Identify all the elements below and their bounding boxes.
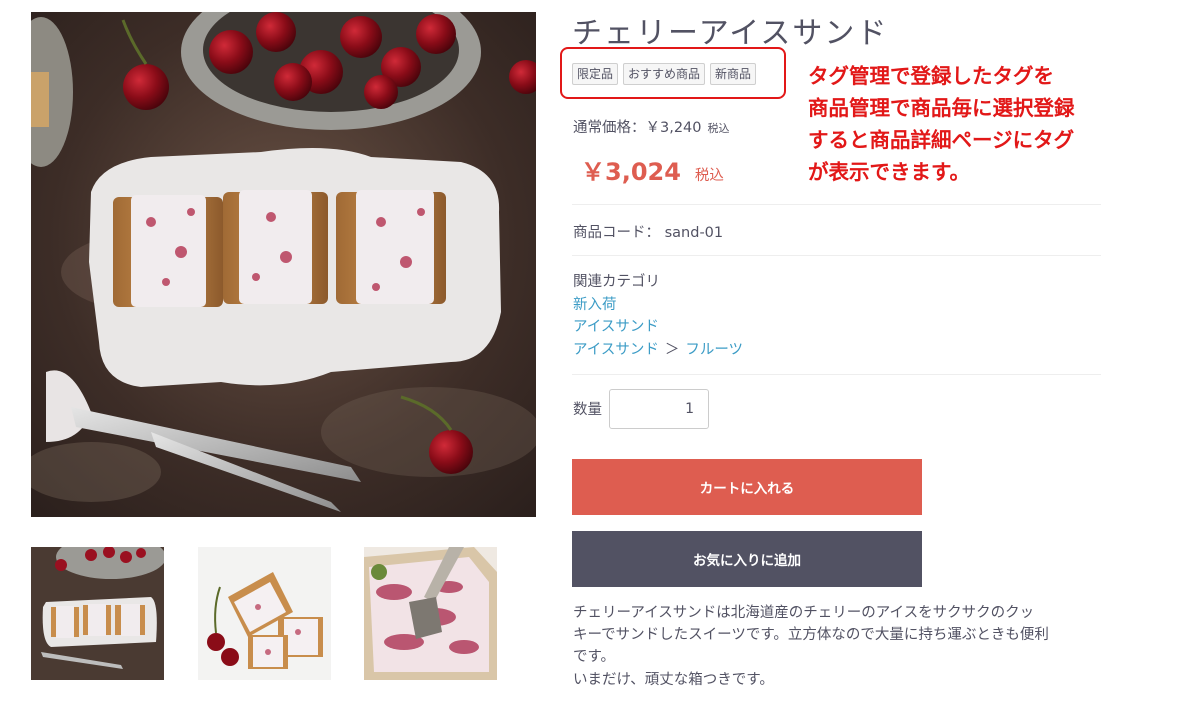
thumbnail-2[interactable] (198, 547, 331, 680)
main-photo-illustration (31, 12, 536, 517)
related-categories-heading: 関連カテゴリ (573, 274, 660, 290)
sale-price-tax: 税込 (694, 168, 724, 184)
add-to-favorites-button[interactable]: お気に入りに追加 (572, 531, 922, 587)
regular-price-value: 通常価格：￥3,240 (573, 120, 702, 136)
thumbnail-3-illustration (364, 547, 497, 680)
thumbnail-1[interactable] (31, 547, 164, 680)
related-categories: 関連カテゴリ 新入荷 アイスサンド アイスサンド ＞ フルーツ (573, 271, 743, 361)
annotation-line-1: タグ管理で登録したタグを (808, 64, 1054, 88)
product-code: 商品コード： sand-01 (573, 221, 723, 242)
product-code-value: sand-01 (664, 225, 724, 241)
tag-limited: 限定品 (572, 63, 619, 85)
tag-recommended: おすすめ商品 (623, 63, 706, 85)
sale-price: ￥3,024 税込 (581, 152, 724, 187)
category-link-ice-sand[interactable]: アイスサンド (573, 319, 659, 335)
add-to-cart-button[interactable]: カートに入れる (572, 459, 922, 515)
annotation-line-3: すると商品詳細ページにタグ (808, 128, 1075, 152)
description-line-2: キーでサンドしたスイーツです。立方体なので大量に持ち運ぶときも便利 (573, 627, 1049, 644)
sale-price-value: ￥3,024 (581, 158, 681, 186)
product-tags: 限定品 おすすめ商品 新商品 (572, 63, 757, 85)
quantity-label: 数量 (573, 402, 602, 418)
description-line-4: いまだけ、頑丈な箱つきです。 (573, 671, 774, 688)
regular-price-tax: 税込 (707, 122, 730, 135)
divider (572, 204, 1101, 205)
tag-new: 新商品 (710, 63, 757, 85)
divider (572, 374, 1101, 375)
annotation-line-4: が表示できます。 (808, 160, 970, 184)
breadcrumb-separator: ＞ (664, 341, 680, 358)
annotation-line-2: 商品管理で商品毎に選択登録 (808, 96, 1075, 120)
main-product-image[interactable] (31, 12, 536, 517)
quantity-input[interactable] (609, 389, 709, 429)
category-link-ice-sand-parent[interactable]: アイスサンド (573, 342, 659, 358)
product-title: チェリーアイスサンド (572, 16, 889, 51)
product-code-label: 商品コード： (573, 225, 660, 241)
category-link-fruits[interactable]: フルーツ (685, 342, 743, 358)
thumbnail-1-illustration (31, 547, 164, 680)
category-link-new-arrival[interactable]: 新入荷 (573, 297, 617, 313)
description-line-3: です。 (573, 649, 616, 666)
description-line-1: チェリーアイスサンドは北海道産のチェリーのアイスをサクサクのクッ (573, 605, 1035, 621)
product-description: チェリーアイスサンドは北海道産のチェリーのアイスをサクサクのクッ キーでサンドし… (573, 602, 1113, 691)
divider (572, 255, 1101, 256)
annotation-note: タグ管理で登録したタグを 商品管理で商品毎に選択登録 すると商品詳細ページにタグ… (808, 60, 1138, 188)
thumbnail-3[interactable] (364, 547, 497, 680)
thumbnail-2-illustration (198, 547, 331, 680)
regular-price: 通常価格：￥3,240 税込 (573, 116, 730, 137)
